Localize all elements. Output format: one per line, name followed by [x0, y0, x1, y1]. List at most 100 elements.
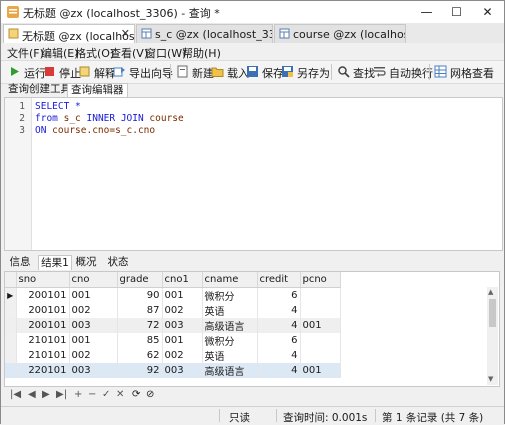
- close-tab-icon[interactable]: ✕: [121, 27, 130, 40]
- sql-identifier: s_c: [63, 113, 81, 124]
- apply-changes-icon[interactable]: ✓: [102, 389, 110, 400]
- tab-info[interactable]: 信息: [8, 255, 32, 269]
- discard-changes-icon[interactable]: ✕: [116, 389, 124, 400]
- tab-result-1[interactable]: 结果1: [38, 255, 72, 270]
- tab-query-builder[interactable]: 查询创建工具: [5, 83, 74, 96]
- table-row[interactable]: 200101 002 87 002 英语 4: [5, 303, 341, 318]
- cell-cname[interactable]: 高级语言: [202, 318, 258, 333]
- header-row: sno cno grade cno1 cname credit pcno: [5, 272, 341, 288]
- cell-credit[interactable]: 4: [257, 348, 301, 363]
- column-header-cno1[interactable]: cno1: [162, 272, 203, 288]
- scroll-down-icon[interactable]: ▼: [488, 375, 493, 383]
- table-row[interactable]: 200101 003 72 003 高级语言 4 001: [5, 318, 341, 333]
- maximize-button[interactable]: ☐: [442, 1, 471, 23]
- column-header-grade[interactable]: grade: [117, 272, 163, 288]
- add-record-icon[interactable]: +: [74, 389, 82, 400]
- cell-cname[interactable]: 高级语言: [202, 363, 258, 378]
- menu-view[interactable]: 查看(V): [110, 45, 148, 61]
- column-header-cname[interactable]: cname: [202, 272, 258, 288]
- cell-cno1[interactable]: 002: [162, 348, 203, 363]
- cell-cno[interactable]: 003: [69, 363, 118, 378]
- column-header-pcno[interactable]: pcno: [300, 272, 341, 288]
- previous-record-icon[interactable]: ◀: [28, 389, 36, 400]
- close-window-button[interactable]: ✕: [473, 1, 502, 23]
- cell-pcno[interactable]: [300, 303, 341, 318]
- cell-cno1[interactable]: 003: [162, 318, 203, 333]
- cell-credit[interactable]: 4: [257, 318, 301, 333]
- cell-cno1[interactable]: 001: [162, 333, 203, 348]
- cell-credit[interactable]: 6: [257, 287, 301, 303]
- cell-cname[interactable]: 微积分: [202, 333, 258, 348]
- menu-edit[interactable]: 编辑(E): [41, 45, 79, 61]
- menu-format[interactable]: 格式(O): [75, 45, 114, 61]
- toolbar: 运行 停止 解释 导出向导 新建 载入 保存 另存为 查找 自动换行 网格查看: [1, 60, 504, 84]
- cell-credit[interactable]: 4: [257, 363, 301, 378]
- first-record-icon[interactable]: |◀: [10, 389, 21, 400]
- stop-refresh-icon[interactable]: ⊘: [146, 389, 154, 400]
- cell-credit[interactable]: 4: [257, 303, 301, 318]
- tab-untitled-query[interactable]: 无标题 @zx (localhost_3306) ✕: [3, 24, 135, 44]
- cell-sno[interactable]: 200101: [16, 318, 70, 333]
- tab-status[interactable]: 状态: [106, 255, 130, 269]
- cell-sno[interactable]: 210101: [16, 348, 70, 363]
- cell-cno[interactable]: 001: [69, 333, 118, 348]
- table-row[interactable]: ▶ 200101 001 90 001 微积分 6: [5, 287, 341, 303]
- cell-grade[interactable]: 87: [117, 303, 163, 318]
- table-row[interactable]: 210101 002 62 002 英语 4: [5, 348, 341, 363]
- tab-label: course @zx (localhost_3...: [293, 28, 405, 41]
- cell-cno[interactable]: 001: [69, 287, 118, 303]
- tab-s-c-table[interactable]: s_c @zx (localhost_3306...: [136, 24, 273, 43]
- table-row[interactable]: 220101 003 92 003 高级语言 4 001: [5, 363, 341, 378]
- scroll-thumb[interactable]: [489, 299, 496, 327]
- cell-cno[interactable]: 003: [69, 318, 118, 333]
- cell-pcno[interactable]: [300, 287, 341, 303]
- cell-cno1[interactable]: 002: [162, 303, 203, 318]
- cell-cname[interactable]: 英语: [202, 348, 258, 363]
- cell-grade[interactable]: 90: [117, 287, 163, 303]
- status-bar: 只读 查询时间: 0.001s 第 1 条记录 (共 7 条): [1, 406, 504, 424]
- refresh-icon[interactable]: ⟳: [132, 389, 140, 400]
- tab-course-table[interactable]: course @zx (localhost_3...: [274, 24, 406, 43]
- scroll-up-icon[interactable]: ▲: [488, 288, 493, 296]
- cell-cno1[interactable]: 003: [162, 363, 203, 378]
- cell-grade[interactable]: 92: [117, 363, 163, 378]
- cell-cno[interactable]: 002: [69, 303, 118, 318]
- cell-pcno[interactable]: [300, 333, 341, 348]
- menu-window[interactable]: 窗口(W): [145, 45, 186, 61]
- row-header: [5, 318, 17, 333]
- cell-sno[interactable]: 200101: [16, 303, 70, 318]
- cell-grade[interactable]: 85: [117, 333, 163, 348]
- cell-cno[interactable]: 002: [69, 348, 118, 363]
- vertical-scrollbar[interactable]: ▲ ▼: [487, 287, 498, 385]
- tab-query-editor[interactable]: 查询编辑器: [67, 83, 128, 97]
- cell-credit[interactable]: 6: [257, 333, 301, 348]
- cell-sno[interactable]: 210101: [16, 333, 70, 348]
- table-row[interactable]: 210101 001 85 001 微积分 6: [5, 333, 341, 348]
- cell-cname[interactable]: 微积分: [202, 287, 258, 303]
- cell-grade[interactable]: 72: [117, 318, 163, 333]
- delete-record-icon[interactable]: −: [88, 389, 96, 400]
- sql-editor[interactable]: 1 2 3 SELECT * from s_c INNER JOIN cours…: [4, 97, 503, 251]
- next-record-icon[interactable]: ▶: [42, 389, 50, 400]
- cell-sno[interactable]: 200101: [16, 287, 70, 303]
- cell-grade[interactable]: 62: [117, 348, 163, 363]
- code-line-3: ON course.cno=s_c.cno: [35, 125, 155, 136]
- cell-pcno[interactable]: [300, 348, 341, 363]
- read-only-indicator: 只读: [229, 412, 250, 424]
- result-grid[interactable]: sno cno grade cno1 cname credit pcno ▶ 2…: [4, 271, 500, 387]
- last-record-icon[interactable]: ▶|: [56, 389, 67, 400]
- cell-cno1[interactable]: 001: [162, 287, 203, 303]
- column-header-cno[interactable]: cno: [69, 272, 118, 288]
- title-bar: 无标题 @zx (localhost_3306) - 查询 * — ☐ ✕: [1, 1, 504, 23]
- column-header-sno[interactable]: sno: [16, 272, 70, 288]
- tab-profile[interactable]: 概况: [74, 255, 98, 269]
- column-header-credit[interactable]: credit: [257, 272, 301, 288]
- cell-pcno[interactable]: 001: [300, 318, 341, 333]
- menu-file[interactable]: 文件(F): [7, 45, 44, 61]
- cell-cname[interactable]: 英语: [202, 303, 258, 318]
- cell-pcno[interactable]: 001: [300, 363, 341, 378]
- menu-help[interactable]: 帮助(H): [182, 45, 221, 61]
- minimize-button[interactable]: —: [412, 1, 441, 23]
- table-icon: [279, 28, 290, 39]
- cell-sno[interactable]: 220101: [16, 363, 70, 378]
